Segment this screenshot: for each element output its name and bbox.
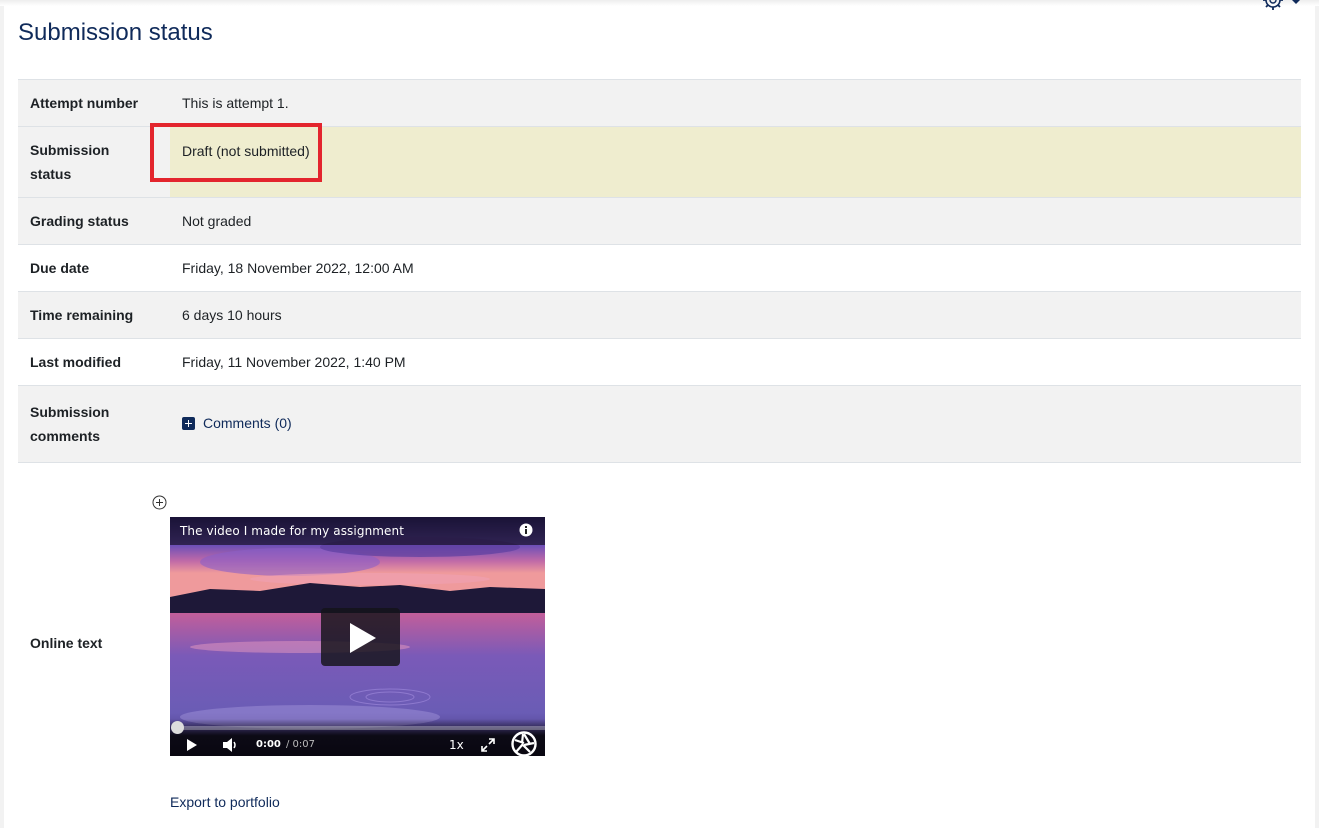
- submission-status-value: Draft (not submitted): [182, 143, 310, 159]
- time-remaining-value: 6 days 10 hours: [182, 307, 282, 323]
- video-controls-bar: 0:00 / 0:07 1x: [170, 719, 545, 756]
- page-edge-right: [1315, 0, 1319, 828]
- last-modified-value: Friday, 11 November 2022, 1:40 PM: [182, 354, 406, 370]
- attempt-number-value: This is attempt 1.: [182, 95, 289, 111]
- due-date-value: Friday, 18 November 2022, 12:00 AM: [182, 260, 414, 276]
- page-edge-left: [0, 0, 4, 828]
- due-date-label: Due date: [30, 260, 90, 276]
- table-row-due-date: Due date Friday, 18 November 2022, 12:00…: [18, 244, 1301, 292]
- page-title: Submission status: [18, 19, 213, 46]
- table-row-submission-comments: Submission comments Comments (0): [18, 385, 1301, 463]
- video-progress-bar[interactable]: [178, 726, 545, 730]
- submission-status-label: Submission status: [18, 126, 170, 198]
- table-row-attempt-number: Attempt number This is attempt 1.: [18, 79, 1301, 127]
- info-icon[interactable]: [519, 523, 533, 537]
- submission-status-label-line1: Submission: [30, 142, 110, 158]
- submission-comments-value: Comments (0): [170, 386, 1301, 463]
- video-title: The video I made for my assignment: [180, 524, 405, 538]
- plus-square-icon: [182, 416, 195, 430]
- playback-speed-button[interactable]: 1x: [449, 738, 464, 752]
- table-row-grading-status: Grading status Not graded: [18, 197, 1301, 245]
- submission-comments-label-line1: Submission: [30, 404, 110, 420]
- control-play-icon[interactable]: [187, 739, 197, 751]
- expand-plus-icon[interactable]: [152, 495, 167, 510]
- grading-status-label: Grading status: [18, 197, 170, 245]
- comments-toggle-link[interactable]: Comments (0): [182, 411, 292, 435]
- last-modified-label: Last modified: [30, 354, 122, 370]
- volume-icon[interactable]: [222, 737, 240, 753]
- online-text-label: Online text: [30, 635, 103, 652]
- submission-comments-label-line2: comments: [30, 428, 101, 444]
- submission-comments-label: Submission comments: [18, 386, 170, 463]
- play-icon[interactable]: [321, 608, 400, 666]
- export-to-portfolio-link[interactable]: Export to portfolio: [170, 794, 280, 810]
- video-current-time: 0:00: [256, 739, 281, 750]
- submission-status-label-line2: status: [30, 166, 72, 182]
- video-player[interactable]: The video I made for my assignment 0:00 …: [170, 517, 545, 756]
- header-shadow: [0, 0, 1319, 6]
- progress-scrubber-handle[interactable]: [171, 721, 184, 734]
- table-row-time-remaining: Time remaining 6 days 10 hours: [18, 291, 1301, 339]
- attempt-number-label: Attempt number: [30, 95, 139, 111]
- gear-icon[interactable]: [1262, 0, 1302, 12]
- time-remaining-label: Time remaining: [30, 307, 134, 323]
- comments-link-label: Comments (0): [203, 415, 292, 432]
- video-duration: / 0:07: [286, 739, 316, 750]
- grading-status-value: Not graded: [170, 197, 1301, 245]
- player-logo-icon[interactable]: [511, 731, 537, 756]
- highlight-annotation-box: [150, 123, 322, 182]
- fullscreen-icon[interactable]: [481, 738, 495, 752]
- table-row-last-modified: Last modified Friday, 11 November 2022, …: [18, 338, 1301, 386]
